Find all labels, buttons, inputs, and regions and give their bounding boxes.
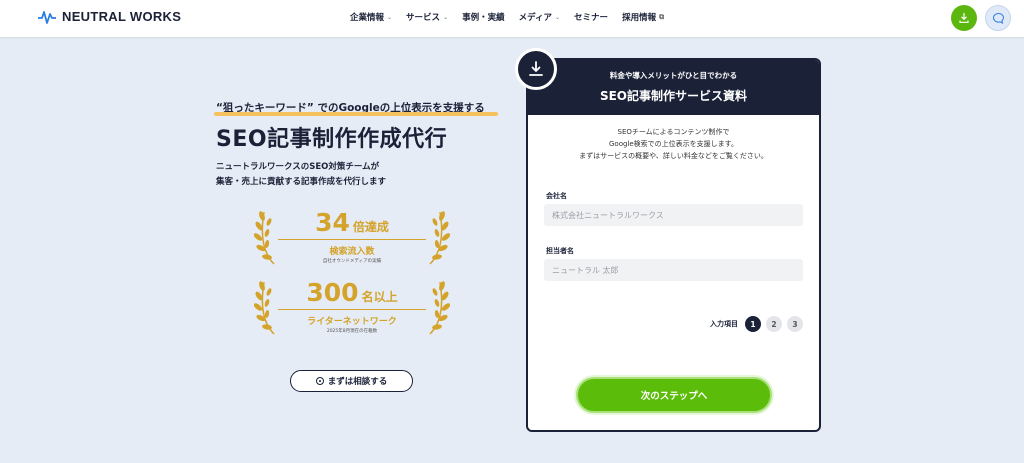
award-label: ライターネットワーク [307, 317, 397, 327]
nav-item-cases[interactable]: 事例・実績 [462, 11, 505, 23]
hero-description: ニュートラルワークスのSEO対策チームが 集客・売上に貢献する記事作成を代行しま… [216, 160, 386, 190]
chat-button[interactable] [985, 5, 1011, 31]
nav-label: セミナー [574, 13, 609, 23]
chevron-down-icon: ⌄ [387, 13, 393, 21]
award-badge-writers: 300 名以上 ライターネットワーク 2025年8月現在の在籍数 [254, 278, 450, 340]
site-header: NEUTRAL WORKS 企業情報 ⌄ サービス ⌄ 事例・実績 メディア ⌄… [0, 0, 1024, 37]
logo[interactable]: NEUTRAL WORKS [38, 9, 181, 24]
nav-label: 事例・実績 [462, 13, 505, 23]
award-badge-traffic: 34 倍達成 検索流入数 自社オウンドメディアの実績 [254, 208, 450, 270]
nav-label: メディア [518, 13, 553, 23]
download-icon [959, 13, 969, 23]
person-label: 担当者名 [546, 247, 574, 255]
form-intro-line: Google検索での上位表示を支援します。 [609, 140, 738, 148]
chat-bubble-icon [992, 12, 1004, 24]
award-number: 300 名以上 [254, 278, 450, 307]
nav-item-recruit[interactable]: 採用情報 ⧉ [622, 11, 665, 24]
download-button[interactable] [951, 5, 977, 31]
award-number: 34 倍達成 [254, 208, 450, 237]
person-input[interactable] [544, 259, 803, 281]
nav-label: 採用情報 [622, 13, 657, 23]
consult-button[interactable]: まずは相談する [290, 370, 413, 392]
hero-description-line: 集客・売上に貢献する記事作成を代行します [216, 177, 387, 187]
form-intro: SEOチームによるコンテンツ制作で Google検索での上位表示を支援します。 … [528, 126, 819, 162]
award-value: 300 [306, 278, 359, 307]
nav-label: 企業情報 [350, 13, 385, 23]
award-unit: 倍達成 [352, 220, 389, 234]
form-intro-line: まずはサービスの概要や、詳しい料金などをご覧ください。 [579, 152, 768, 160]
company-label: 会社名 [546, 192, 567, 200]
award-divider [278, 309, 426, 310]
award-divider [278, 239, 426, 240]
tagline-underline [214, 112, 498, 116]
step-2: 2 [766, 316, 782, 332]
award-note: 2025年8月現在の在籍数 [326, 329, 378, 334]
award-note: 自社オウンドメディアの実績 [322, 259, 382, 264]
nav-item-seminar[interactable]: セミナー [574, 11, 608, 23]
pulse-logo-icon [38, 10, 56, 24]
nav-label: サービス [406, 13, 441, 23]
download-badge [515, 48, 557, 90]
consult-label: まずは相談する [327, 377, 388, 387]
page-title: SEO記事制作作成代行 [216, 127, 448, 152]
form-header: 料金や導入メリットがひと目でわかる SEO記事制作サービス資料 [528, 60, 819, 115]
chevron-down-icon: ⌄ [555, 13, 561, 21]
nav-item-service[interactable]: サービス ⌄ [406, 11, 448, 23]
main-nav: 企業情報 ⌄ サービス ⌄ 事例・実績 メディア ⌄ セミナー 採用情報 ⧉ [350, 11, 665, 24]
step-1: 1 [745, 316, 761, 332]
logo-text: NEUTRAL WORKS [62, 9, 182, 24]
form-title: SEO記事制作サービス資料 [599, 89, 748, 103]
download-icon [529, 61, 543, 76]
radio-dot-icon [315, 377, 324, 385]
next-step-button[interactable]: 次のステップへ [576, 377, 772, 413]
form-intro-line: SEOチームによるコンテンツ制作で [617, 128, 730, 136]
step-indicator: 入力項目 1 2 3 [710, 316, 803, 332]
form-subtitle: 料金や導入メリットがひと目でわかる [609, 71, 738, 80]
nav-item-media[interactable]: メディア ⌄ [519, 11, 560, 23]
award-value: 34 [315, 208, 350, 237]
hero-description-line: ニュートラルワークスのSEO対策チームが [216, 162, 380, 172]
steps-label: 入力項目 [710, 320, 738, 328]
chevron-down-icon: ⌄ [443, 13, 449, 21]
external-link-icon: ⧉ [659, 12, 665, 21]
step-3: 3 [787, 316, 803, 332]
award-label: 検索流入数 [329, 247, 375, 257]
award-unit: 名以上 [361, 290, 398, 304]
company-input[interactable] [544, 204, 803, 226]
document-request-form: 料金や導入メリットがひと目でわかる SEO記事制作サービス資料 SEOチームによ… [526, 58, 821, 432]
nav-item-company[interactable]: 企業情報 ⌄ [350, 11, 392, 23]
